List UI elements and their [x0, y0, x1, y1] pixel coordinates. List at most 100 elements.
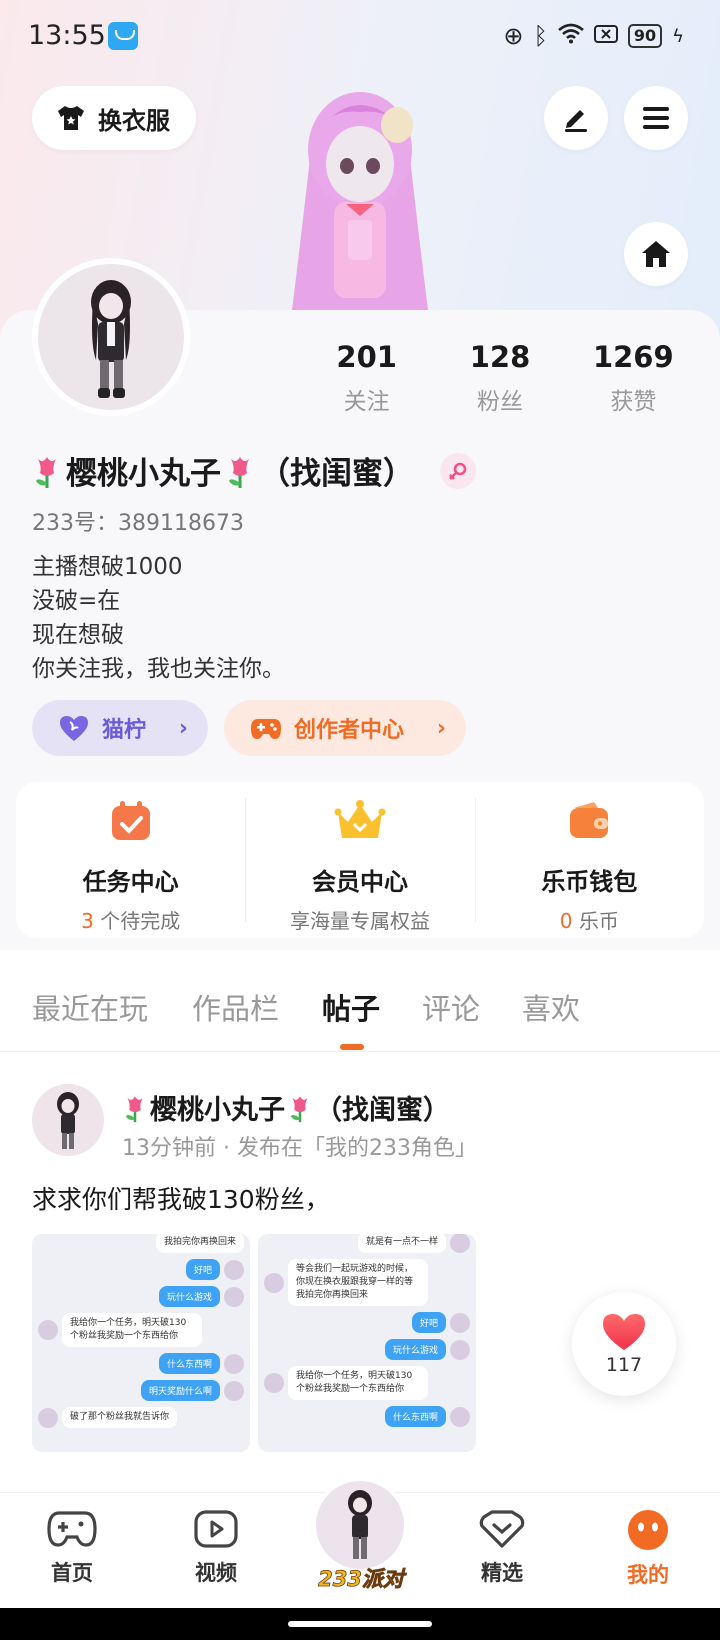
wifi-icon [558, 22, 584, 50]
nav-video[interactable]: 视频 [166, 1509, 266, 1587]
post-author-name[interactable]: 樱桃小丸子 （找闺蜜） [122, 1088, 450, 1127]
chat-avatar [38, 1407, 58, 1428]
hamburger-icon [643, 107, 669, 129]
status-bar: 13:55 ⊕ ᛒ 90 ϟ [0, 0, 720, 74]
battery-indicator: 90 [627, 24, 663, 48]
post-image-1[interactable]: 我拍完你再换回来 好吧 玩什么游戏 我给你一个任务，明天破130个粉丝我奖励一个… [32, 1234, 250, 1452]
task-center-entry[interactable]: 任务中心 3 个待完成 [16, 782, 245, 938]
creator-center-button[interactable]: 创作者中心 › [224, 700, 466, 756]
like-count: 117 [605, 1354, 643, 1376]
wallet-entry[interactable]: 乐币钱包 0 乐币 [474, 782, 704, 938]
crown-icon [334, 800, 386, 838]
change-outfit-button[interactable]: 换衣服 [32, 86, 196, 150]
likes-stat[interactable]: 1269 获赞 [567, 340, 700, 416]
chat-row: 我给你一个任务，明天破130个粉丝我奖励一个东西给你 [264, 1366, 470, 1400]
chat-bubble: 好吧 [411, 1312, 446, 1333]
nav-party-label[interactable]: 233派对 [313, 1563, 409, 1593]
purple-heart-icon [60, 716, 88, 741]
bluetooth-icon: ᛒ [533, 22, 548, 50]
tulip-icon [125, 1095, 143, 1122]
tab-posts[interactable]: 帖子 [322, 986, 380, 1028]
character-3d-avatar[interactable] [272, 80, 448, 310]
post-text: 求求你们帮我破130粉丝， [32, 1185, 330, 1214]
following-label: 关注 [343, 389, 390, 415]
nav-featured[interactable]: 精选 [452, 1509, 552, 1587]
post-card[interactable]: 樱桃小丸子 （找闺蜜） 13分钟前 · 发布在「我的233角色」 求求你们帮我破… [0, 1052, 720, 1492]
gesture-navigation-bar [0, 1608, 720, 1640]
sim-off-icon [593, 22, 618, 50]
home-button[interactable] [624, 222, 688, 286]
play-icon [194, 1510, 238, 1548]
chat-bubble: 我给你一个任务，明天破130个粉丝我奖励一个东西给你 [288, 1366, 428, 1400]
post-meta: 13分钟前 · 发布在「我的233角色」 [122, 1136, 477, 1161]
nav-featured-label: 精选 [481, 1561, 523, 1585]
data-saver-icon: ⊕ [503, 22, 524, 50]
nav-me[interactable]: 我的 [598, 1509, 698, 1589]
task-center-title: 任务中心 [82, 868, 179, 896]
chat-bubble: 玩什么游戏 [158, 1286, 220, 1307]
nav-video-label: 视频 [195, 1561, 237, 1585]
chat-bubble: 好吧 [185, 1259, 220, 1280]
chat-row: 我给你一个任务，明天破130个粉丝我奖励一个东西给你 [38, 1313, 244, 1347]
chat-bubble: 我拍完你再换回来 [155, 1234, 244, 1253]
pet-cat-button[interactable]: 猫柠 › [32, 700, 208, 756]
female-icon [440, 452, 476, 489]
post-author-avatar[interactable] [32, 1084, 104, 1156]
profile-tabs: 最近在玩 作品栏 帖子 评论 喜欢 [0, 962, 720, 1052]
like-button[interactable]: 117 [572, 1292, 676, 1396]
chat-avatar [38, 1320, 58, 1340]
shirt-icon [58, 106, 84, 130]
wallet-icon [570, 802, 609, 838]
services-card: 任务中心 3 个待完成 会员中心 享海量专属权益 乐币钱包 0 乐币 [16, 782, 704, 938]
chat-bubble: 什么东西啊 [158, 1353, 220, 1374]
chat-row: 玩什么游戏 [38, 1286, 244, 1307]
post-author-text: 樱桃小丸子 [150, 1095, 285, 1126]
task-center-subtitle: 3 个待完成 [16, 905, 245, 934]
chat-avatar [224, 1380, 244, 1401]
pen-icon [565, 110, 587, 132]
chat-row: 好吧 [38, 1259, 244, 1280]
profile-bio: 主播想破1000 没破=在 现在想破 你关注我，我也关注你。 [32, 550, 285, 686]
edit-profile-button[interactable] [544, 86, 608, 150]
post-image-2[interactable]: 就是有一点不一样 等会我们一起玩游戏的时候，你现在换衣服跟我穿一样的等我拍完你再… [258, 1234, 476, 1452]
bio-line: 你关注我，我也关注你。 [32, 656, 285, 682]
tab-works[interactable]: 作品栏 [192, 986, 279, 1028]
wallet-title: 乐币钱包 [541, 868, 638, 896]
home-gesture-handle[interactable] [288, 1621, 432, 1627]
chat-avatar [450, 1312, 470, 1333]
tab-recent-played[interactable]: 最近在玩 [32, 986, 148, 1028]
task-center-sub-text: 个待完成 [100, 909, 181, 933]
chat-row: 等会我们一起玩游戏的时候，你现在换衣服跟我穿一样的等我拍完你再换回来 [264, 1259, 470, 1306]
followers-label: 粉丝 [476, 389, 523, 415]
nickname-suffix: （找闺蜜） [259, 456, 414, 492]
chat-avatar [450, 1339, 470, 1360]
followers-stat[interactable]: 128 粉丝 [433, 340, 566, 416]
chat-row: 玩什么游戏 [264, 1339, 470, 1360]
likes-received-count: 1269 [592, 340, 674, 374]
bio-line: 没破=在 [32, 588, 121, 614]
charging-icon: ϟ [672, 25, 684, 47]
status-time: 13:55 [28, 20, 106, 51]
nickname-text: 樱桃小丸子 [66, 456, 221, 492]
tab-likes[interactable]: 喜欢 [522, 986, 580, 1028]
wallet-subtitle: 0 乐币 [475, 905, 704, 934]
profile-avatar[interactable] [32, 258, 190, 416]
menu-button[interactable] [624, 86, 688, 150]
chat-avatar [224, 1353, 244, 1374]
nav-party-avatar[interactable] [312, 1477, 408, 1573]
tab-comments[interactable]: 评论 [422, 986, 480, 1028]
chat-avatar [450, 1406, 470, 1427]
nav-me-label: 我的 [627, 1563, 669, 1587]
vip-center-subtitle: 享海量专属权益 [289, 909, 430, 933]
chat-avatar [264, 1272, 284, 1293]
nav-home[interactable]: 首页 [22, 1509, 122, 1587]
vip-center-entry[interactable]: 会员中心 享海量专属权益 [245, 782, 474, 938]
chat-bubble: 就是有一点不一样 [357, 1234, 446, 1253]
chat-bubble: 玩什么游戏 [384, 1339, 446, 1360]
face-icon [628, 1510, 668, 1550]
creator-center-label: 创作者中心 [294, 718, 405, 743]
status-icons: ⊕ ᛒ 90 ϟ [503, 22, 684, 50]
chat-avatar [224, 1286, 244, 1307]
chat-row: 明天奖励什么啊 [38, 1380, 244, 1401]
following-stat[interactable]: 201 关注 [300, 340, 433, 416]
